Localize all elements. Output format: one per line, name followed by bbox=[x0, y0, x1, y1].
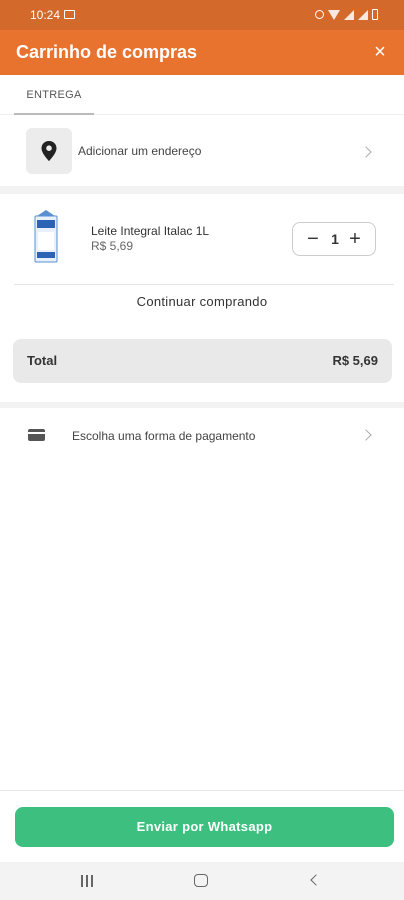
recents-icon[interactable] bbox=[80, 875, 94, 887]
add-address-row[interactable]: Adicionar um endereço bbox=[14, 124, 390, 180]
tab-bar: ENTREGA bbox=[0, 75, 404, 115]
chevron-right-icon bbox=[360, 429, 372, 441]
tab-entrega[interactable]: ENTREGA bbox=[14, 75, 94, 115]
section-separator bbox=[0, 402, 404, 408]
alarm-icon bbox=[315, 10, 324, 19]
footer-divider bbox=[0, 790, 404, 791]
increase-quantity-button[interactable]: + bbox=[343, 227, 367, 251]
signal-icon bbox=[358, 9, 368, 20]
page-title: Carrinho de compras bbox=[16, 42, 198, 62]
tab-indicator bbox=[14, 113, 94, 115]
quantity-value: 1 bbox=[331, 231, 339, 247]
back-icon[interactable] bbox=[310, 874, 322, 886]
send-whatsapp-button[interactable]: Enviar por Whatsapp bbox=[15, 807, 394, 847]
add-address-label: Adicionar um endereço bbox=[78, 144, 202, 158]
system-nav-bar bbox=[0, 862, 404, 900]
decrease-quantity-button[interactable]: − bbox=[301, 227, 325, 251]
continue-shopping-button[interactable]: Continuar comprando bbox=[0, 294, 404, 314]
payment-method-row[interactable]: Escolha uma forma de pagamento bbox=[14, 415, 390, 457]
wifi-icon bbox=[328, 9, 340, 20]
payment-method-label: Escolha uma forma de pagamento bbox=[72, 429, 256, 443]
status-time: 10:24 bbox=[30, 8, 61, 22]
image-icon bbox=[64, 10, 75, 19]
total-box: Total R$ 5,69 bbox=[13, 339, 392, 383]
product-price: R$ 5,69 bbox=[91, 239, 134, 253]
app-bar: Carrinho de compras × bbox=[0, 30, 404, 75]
location-pin-icon bbox=[41, 141, 57, 161]
signal-icon bbox=[344, 9, 354, 20]
status-bar: 10:24 bbox=[0, 0, 404, 30]
section-separator bbox=[0, 186, 404, 194]
total-label: Total bbox=[27, 353, 58, 368]
divider bbox=[14, 284, 394, 285]
battery-icon bbox=[372, 9, 378, 20]
total-value: R$ 5,69 bbox=[332, 353, 378, 368]
cart-item: Leite Integral Italac 1L R$ 5,69 − 1 + bbox=[14, 200, 390, 276]
chevron-right-icon bbox=[360, 146, 372, 158]
product-name: Leite Integral Italac 1L bbox=[91, 224, 210, 238]
credit-card-icon bbox=[28, 429, 45, 441]
location-pin-box bbox=[26, 128, 72, 174]
system-icons bbox=[315, 9, 378, 20]
close-icon[interactable]: × bbox=[366, 38, 394, 66]
quantity-stepper: − 1 + bbox=[292, 222, 376, 256]
product-image bbox=[34, 210, 58, 263]
home-icon[interactable] bbox=[194, 874, 208, 887]
